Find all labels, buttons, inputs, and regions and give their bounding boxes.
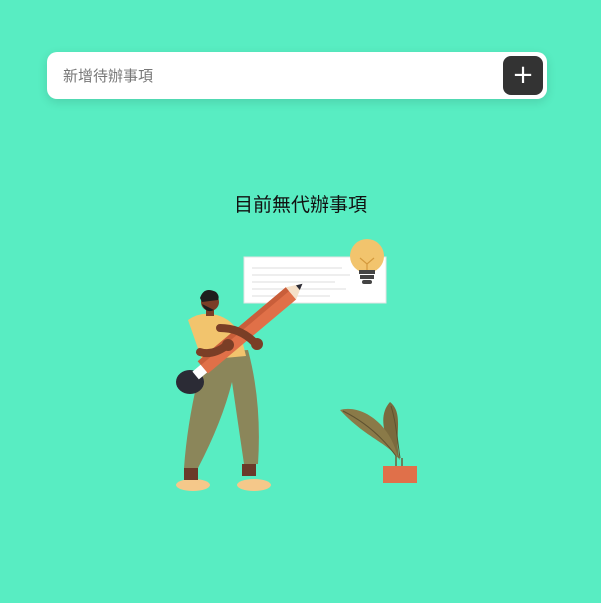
empty-state-message: 目前無代辦事項 bbox=[233, 194, 367, 216]
person-icon bbox=[176, 283, 303, 491]
potted-plant-icon bbox=[340, 402, 417, 483]
add-todo-form: + bbox=[47, 52, 547, 99]
empty-state-illustration bbox=[176, 239, 417, 491]
add-todo-button[interactable]: + bbox=[503, 56, 543, 95]
new-todo-input[interactable] bbox=[47, 52, 487, 99]
